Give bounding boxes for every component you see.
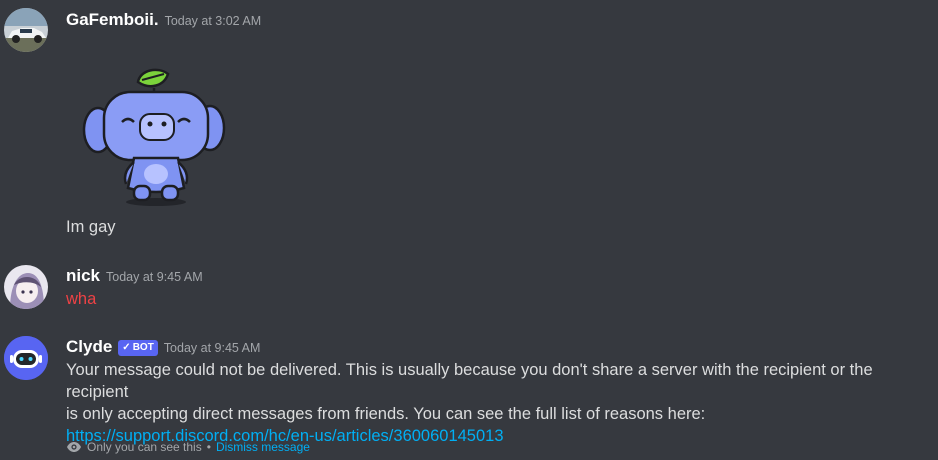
avatar-gafemboii[interactable] <box>4 8 48 52</box>
ephemeral-text: Only you can see this <box>87 440 202 454</box>
username[interactable]: GaFemboii. <box>66 10 159 30</box>
username[interactable]: nick <box>66 266 100 286</box>
clyde-message-body: Your message could not be delivered. Thi… <box>66 359 936 447</box>
ephemeral-notice: Only you can see this • Dismiss message <box>66 440 310 454</box>
message-text: wha <box>66 290 97 308</box>
bot-badge: ✓ BOT <box>118 339 158 356</box>
message-line: Your message could not be delivered. Thi… <box>66 361 873 401</box>
eye-icon <box>67 442 81 452</box>
username[interactable]: Clyde <box>66 337 112 357</box>
message-line: is only accepting direct messages from f… <box>66 405 706 423</box>
message-text: Im gay <box>66 218 116 236</box>
dismiss-message-link[interactable]: Dismiss message <box>216 440 310 454</box>
car-avatar-icon <box>4 8 48 52</box>
anime-avatar-icon <box>4 265 48 309</box>
bot-badge-label: BOT <box>132 342 154 353</box>
checkmark-icon: ✓ <box>122 342 131 353</box>
timestamp: Today at 3:02 AM <box>164 14 262 28</box>
sticker-wumpus[interactable] <box>78 62 228 212</box>
avatar-nick[interactable] <box>4 265 48 309</box>
sticker-wumpus-icon <box>82 68 226 206</box>
avatar-clyde[interactable] <box>4 336 48 380</box>
timestamp: Today at 9:45 AM <box>106 270 203 284</box>
clyde-bot-avatar-icon <box>4 336 48 380</box>
timestamp: Today at 9:45 AM <box>163 341 261 355</box>
separator: • <box>206 440 211 454</box>
